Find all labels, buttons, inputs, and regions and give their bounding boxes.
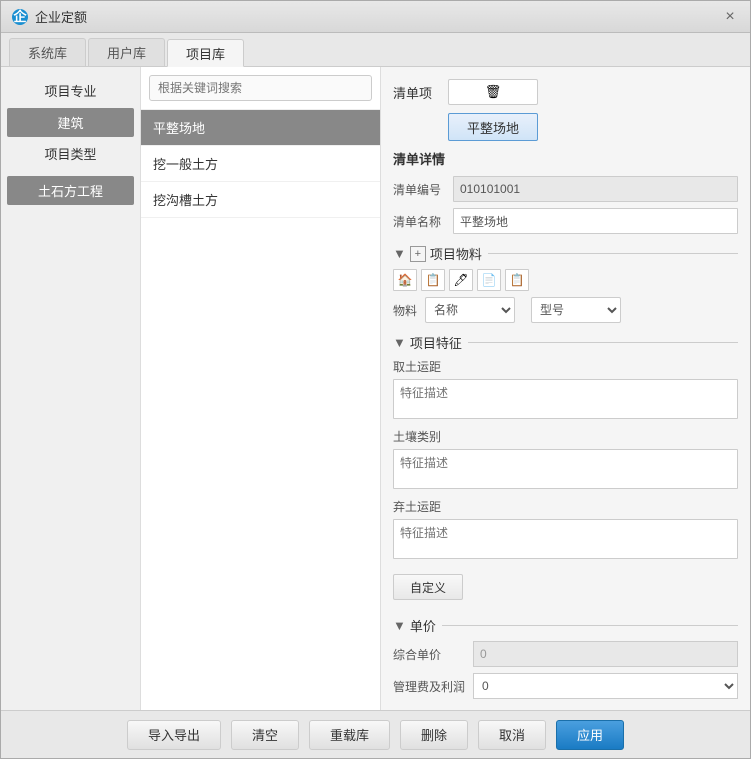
bianhao-row: 清单编号 — [393, 176, 738, 202]
list-item[interactable]: 挖沟槽土方 — [141, 182, 380, 218]
bianhao-label: 清单编号 — [393, 181, 453, 198]
trash-icon: 🗑 — [485, 84, 502, 100]
titlebar: 企 企业定额 × — [1, 1, 750, 33]
char-label: 项目特征 — [410, 333, 462, 352]
icon-list[interactable]: 📋 — [505, 269, 529, 291]
tab-user[interactable]: 用户库 — [88, 38, 165, 66]
char1-label: 取土运距 — [393, 358, 738, 375]
close-button[interactable]: × — [720, 7, 740, 27]
material-icons-row: 🏠 📋 🖊 📄 📋 — [393, 269, 738, 291]
mingcheng-row: 清单名称 — [393, 208, 738, 234]
main-window: 企 企业定额 × 系统库 用户库 项目库 项目专业 建筑 项目类型 土石方工程 — [0, 0, 751, 759]
zhonghe-label: 综合单价 — [393, 646, 473, 663]
bianhao-input[interactable] — [453, 176, 738, 202]
clear-button[interactable]: 清空 — [231, 720, 299, 750]
qingdan-label: 清单项 — [393, 83, 448, 102]
icon-house[interactable]: 🏠 — [393, 269, 417, 291]
detail-section-label: 清单详情 — [393, 149, 738, 168]
trash-button[interactable]: 🗑 — [448, 79, 538, 105]
char3-label: 弃土运距 — [393, 498, 738, 515]
tab-system[interactable]: 系统库 — [9, 38, 86, 66]
app-icon: 企 — [11, 8, 29, 26]
mingcheng-label: 清单名称 — [393, 213, 453, 230]
char3-textarea[interactable] — [393, 519, 738, 559]
list-item[interactable]: 平整场地 — [141, 110, 380, 146]
import-export-button[interactable]: 导入导出 — [127, 720, 221, 750]
unit-section-line — [442, 625, 738, 626]
char1-textarea[interactable] — [393, 379, 738, 419]
search-input[interactable] — [149, 75, 372, 101]
list-items: 平整场地 挖一般土方 挖沟槽土方 — [141, 110, 380, 710]
search-box — [141, 67, 380, 110]
unit-section-header: ▼ 单价 — [393, 616, 738, 635]
window-title: 企业定额 — [35, 7, 720, 26]
icon-edit[interactable]: 🖊 — [449, 269, 473, 291]
unit-collapse-arrow[interactable]: ▼ — [393, 618, 406, 633]
cancel-button[interactable]: 取消 — [478, 720, 546, 750]
icon-doc[interactable]: 📄 — [477, 269, 501, 291]
char-section-line — [468, 342, 738, 343]
char2-label: 土壤类别 — [393, 428, 738, 445]
tab-project[interactable]: 项目库 — [167, 39, 244, 67]
apply-button[interactable]: 应用 — [556, 720, 624, 750]
material-field-label: 物料 — [393, 302, 421, 319]
main-content: 项目专业 建筑 项目类型 土石方工程 平整场地 挖一般土方 挖沟槽土方 — [1, 67, 750, 710]
char-collapse-arrow[interactable]: ▼ — [393, 335, 406, 350]
mingcheng-input[interactable] — [453, 208, 738, 234]
list-item[interactable]: 挖一般土方 — [141, 146, 380, 182]
pingzheng-button[interactable]: 平整场地 — [448, 113, 538, 141]
custom-button[interactable]: 自定义 — [393, 574, 463, 600]
guanli-label: 管理费及利润 — [393, 678, 473, 695]
unit-label: 单价 — [410, 616, 436, 635]
guanli-select[interactable]: 0 — [473, 673, 738, 699]
right-panel: 清单项 🗑 平整场地 清单详情 清单编号 清单名称 — [381, 67, 750, 710]
icon-clipboard[interactable]: 📋 — [421, 269, 445, 291]
svg-text:企: 企 — [12, 9, 27, 24]
plus-icon[interactable]: + — [410, 246, 426, 262]
material-dropdowns-row: 物料 名称 型号 — [393, 297, 738, 323]
zhonghe-row: 综合单价 — [393, 641, 738, 667]
sidebar-project-pro-label: 项目专业 — [1, 75, 140, 106]
guanli-row: 管理费及利润 0 — [393, 673, 738, 699]
tabbar: 系统库 用户库 项目库 — [1, 33, 750, 67]
bottom-toolbar: 导入导出 清空 重载库 删除 取消 应用 — [1, 710, 750, 758]
sidebar-category-jianzhu[interactable]: 建筑 — [7, 108, 134, 137]
sidebar-project-type-label: 项目类型 — [1, 139, 140, 168]
middle-panel: 平整场地 挖一般土方 挖沟槽土方 — [141, 67, 381, 710]
char-section-header: ▼ 项目特征 — [393, 333, 738, 352]
sidebar: 项目专业 建筑 项目类型 土石方工程 — [1, 67, 141, 710]
collapse-arrow[interactable]: ▼ — [393, 246, 406, 261]
qingdan-row: 清单项 🗑 — [393, 79, 738, 105]
delete-button[interactable]: 删除 — [400, 720, 468, 750]
reload-button[interactable]: 重载库 — [309, 720, 390, 750]
material-name-select[interactable]: 名称 — [425, 297, 515, 323]
material-section-header: ▼ + 项目物料 — [393, 244, 738, 263]
zhonghe-input[interactable] — [473, 641, 738, 667]
char2-textarea[interactable] — [393, 449, 738, 489]
section-line — [488, 253, 738, 254]
material-label: 项目物料 — [430, 244, 482, 263]
material-model-select[interactable]: 型号 — [531, 297, 621, 323]
qingdan-input-box: 🗑 — [448, 79, 738, 105]
sidebar-category-tushifang[interactable]: 土石方工程 — [7, 176, 134, 205]
